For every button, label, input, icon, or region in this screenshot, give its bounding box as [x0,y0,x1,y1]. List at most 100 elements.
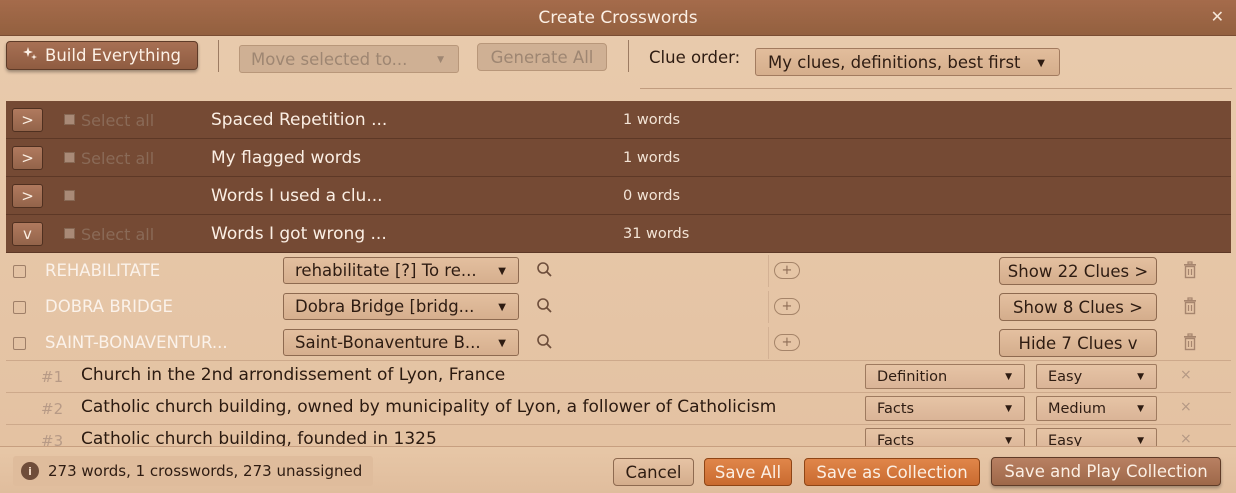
search-icon[interactable] [536,333,554,351]
group-checkbox[interactable] [64,114,75,125]
collapse-toggle-button[interactable]: v [12,222,43,246]
difficulty-value: Easy [1048,432,1083,447]
cancel-button[interactable]: Cancel [613,458,694,486]
expand-toggle-button[interactable]: > [12,108,43,132]
select-all-label[interactable]: Select all [81,149,154,168]
difficulty-dropdown[interactable]: Easy ▼ [1036,364,1157,389]
toolbar-divider [218,40,219,72]
status-text: 273 words, 1 crosswords, 273 unassigned [48,462,363,480]
clue-type-value: Definition [877,368,948,385]
show-clues-button[interactable]: Show 22 Clues > [999,257,1157,285]
info-icon: i [21,462,39,480]
column-divider [768,327,769,359]
group-name: Words I used a clu... [211,186,383,206]
word-row: SAINT-BONAVENTUR... Saint-Bonaventure B.… [6,325,1231,361]
difficulty-value: Medium [1048,400,1106,417]
footer-bar: i 273 words, 1 crosswords, 273 unassigne… [0,446,1236,493]
expand-toggle-button[interactable]: > [12,184,43,208]
status-panel: i 273 words, 1 crosswords, 273 unassigne… [13,456,373,486]
definition-value: Dobra Bridge [bridg... [295,297,475,316]
save-all-button[interactable]: Save All [704,458,792,486]
clue-text: Church in the 2nd arrondissement of Lyon… [81,365,506,385]
clue-type-dropdown[interactable]: Facts ▼ [865,396,1025,421]
clue-type-dropdown[interactable]: Facts ▼ [865,428,1025,446]
search-icon[interactable] [536,297,554,315]
chevron-down-icon: ▼ [498,266,506,277]
word-name: REHABILITATE [45,261,161,280]
definition-dropdown[interactable]: rehabilitate [?] To re... ▼ [283,257,519,284]
chevron-down-icon: ▼ [498,302,506,313]
remove-clue-icon[interactable]: × [1180,399,1192,415]
chevron-down-icon: ▼ [498,338,506,349]
group-word-count: 31 words [623,226,690,242]
group-checkbox[interactable] [64,228,75,239]
trash-icon[interactable] [1182,297,1198,315]
clue-type-value: Facts [877,432,915,447]
word-name: SAINT-BONAVENTUR... [45,333,228,352]
chevron-down-icon: ▼ [1005,404,1012,414]
move-selected-dropdown[interactable]: Move selected to... ▼ [239,45,459,73]
definition-dropdown[interactable]: Saint-Bonaventure B... ▼ [283,329,519,356]
generate-all-button[interactable]: Generate All [477,43,607,71]
word-checkbox[interactable] [13,337,26,350]
remove-clue-icon[interactable]: × [1180,367,1192,383]
expand-toggle-button[interactable]: > [12,146,43,170]
trash-icon[interactable] [1182,261,1198,279]
group-row: > Words I used a clu... 0 words [6,177,1231,215]
remove-clue-icon[interactable]: × [1180,431,1192,446]
sparkle-icon [23,46,37,65]
definition-value: Saint-Bonaventure B... [295,333,481,352]
chevron-down-icon: ▼ [1137,404,1144,414]
clue-number: #2 [41,400,64,418]
clue-row: #1 Church in the 2nd arrondissement of L… [6,360,1231,392]
group-row: > Select all My flagged words 1 words [6,139,1231,177]
chevron-down-icon: ▼ [1005,436,1012,446]
group-name: Words I got wrong ... [211,224,387,244]
toolbar-underline [640,88,1232,89]
clue-row: #2 Catholic church building, owned by mu… [6,392,1231,424]
definition-dropdown[interactable]: Dobra Bridge [bridg... ▼ [283,293,519,320]
group-row: v Select all Words I got wrong ... 31 wo… [6,215,1231,253]
select-all-label[interactable]: Select all [81,111,154,130]
build-everything-label: Build Everything [45,46,181,65]
show-clues-button[interactable]: Show 8 Clues > [999,293,1157,321]
close-icon[interactable]: ✕ [1211,7,1224,26]
save-and-play-collection-button[interactable]: Save and Play Collection [991,457,1221,486]
plus-circle-icon[interactable]: + [774,334,800,351]
create-crosswords-dialog: Create Crosswords ✕ Build Everything Mov… [0,0,1236,493]
group-row: > Select all Spaced Repetition ... 1 wor… [6,101,1231,139]
chevron-down-icon: ▼ [1137,436,1144,446]
clue-text: Catholic church building, founded in 132… [81,429,437,446]
select-all-label[interactable]: Select all [81,225,154,244]
clue-type-dropdown[interactable]: Definition ▼ [865,364,1025,389]
search-icon[interactable] [536,261,554,279]
difficulty-dropdown[interactable]: Easy ▼ [1036,428,1157,446]
group-list: > Select all Spaced Repetition ... 1 wor… [6,101,1231,253]
hide-clues-button[interactable]: Hide 7 Clues v [999,329,1157,357]
build-everything-button[interactable]: Build Everything [6,41,198,70]
trash-icon[interactable] [1182,333,1198,351]
chevron-down-icon: ▼ [1137,372,1144,382]
clue-text: Catholic church building, owned by munic… [81,397,777,417]
clue-number: #1 [41,368,64,386]
clue-order-value: My clues, definitions, best first [768,52,1021,72]
word-checkbox[interactable] [13,265,26,278]
difficulty-value: Easy [1048,368,1083,385]
plus-circle-icon[interactable]: + [774,298,800,315]
clue-type-value: Facts [877,400,915,417]
plus-circle-icon[interactable]: + [774,262,800,279]
group-checkbox[interactable] [64,152,75,163]
dialog-title: Create Crosswords [538,8,698,28]
clue-order-dropdown[interactable]: My clues, definitions, best first ▼ [755,48,1060,76]
difficulty-dropdown[interactable]: Medium ▼ [1036,396,1157,421]
clue-order-label: Clue order: [649,48,741,67]
group-name: Spaced Repetition ... [211,110,388,130]
title-bar: Create Crosswords ✕ [0,0,1236,36]
group-checkbox[interactable] [64,190,75,201]
column-divider [768,291,769,323]
save-as-collection-button[interactable]: Save as Collection [804,458,980,486]
word-checkbox[interactable] [13,301,26,314]
group-word-count: 1 words [623,112,681,128]
move-selected-label: Move selected to... [251,49,408,69]
group-name: My flagged words [211,148,362,168]
